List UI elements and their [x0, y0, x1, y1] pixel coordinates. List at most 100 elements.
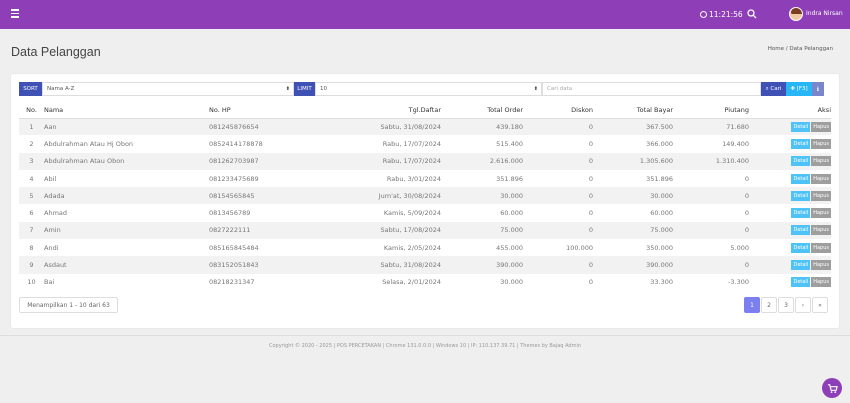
cell-diskon: 0: [523, 256, 593, 274]
table-header-row: No. Nama No. HP Tgl.Daftar Total Order D…: [19, 102, 831, 119]
cell-bayar: 351.896: [646, 174, 673, 183]
detail-button[interactable]: Detail: [791, 121, 811, 132]
cell-piutang: 0: [673, 256, 749, 274]
col-aksi: Aksi: [749, 102, 831, 119]
username[interactable]: Indra Nirsan: [806, 10, 843, 17]
detail-button[interactable]: Detail: [791, 260, 811, 271]
cell-bayar: 367.500: [593, 118, 673, 136]
detail-button[interactable]: Detail: [791, 242, 811, 253]
cell-aksi: Detail Hapus: [749, 274, 831, 291]
cell-aksi: Detail Hapus: [749, 152, 831, 170]
page-button[interactable]: »: [812, 297, 828, 313]
cell-hp: 08218231347: [209, 278, 255, 287]
footer-divider: [0, 335, 850, 336]
clock-icon: [700, 11, 707, 18]
cell-order: 515.400: [496, 139, 523, 148]
cell-nama: Abdulrahman Atau Obon: [44, 152, 209, 170]
sort-select[interactable]: Nama A-Z ⬍: [42, 82, 294, 96]
cell-no: 7: [19, 221, 44, 240]
table-row: 2 Abdulrahman Atau Hj Obon 0852414178878 Ra…: [19, 135, 831, 152]
table-row: 8 Andi 085165845484 Kamis, 2/05/2024 455.000…: [19, 239, 831, 256]
cell-tgl: Rabu, 3/01/2024: [386, 174, 441, 183]
cell-tgl: Rabu, 17/07/2024: [339, 152, 441, 170]
detail-button[interactable]: Detail: [791, 138, 811, 149]
page-button[interactable]: 1: [744, 297, 760, 313]
cell-tgl: Sabtu, 17/08/2024: [339, 221, 441, 240]
cell-nama: Abdulrahman Atau Hj Obon: [44, 139, 134, 148]
avatar[interactable]: [789, 7, 803, 21]
detail-button[interactable]: Detail: [791, 156, 811, 167]
customer-table: No. Nama No. HP Tgl.Daftar Total Order D…: [19, 102, 831, 291]
cell-hp: 081233475689: [209, 174, 259, 183]
cell-tgl: Sabtu, 31/08/2024: [339, 118, 441, 136]
cell-diskon: 0: [523, 221, 593, 240]
cell-order: 60.000: [500, 209, 523, 218]
page-button[interactable]: 3: [778, 297, 794, 313]
detail-button[interactable]: Detail: [791, 190, 811, 201]
pagination-info: Menampilkan 1 - 10 dari 63: [19, 297, 118, 313]
cell-tgl: Kamis, 5/09/2024: [383, 209, 441, 218]
cell-tgl: Rabu, 17/07/2024: [382, 139, 441, 148]
search-icon[interactable]: [747, 9, 757, 19]
hapus-button[interactable]: Hapus: [811, 260, 831, 271]
hapus-button[interactable]: Hapus: [811, 190, 831, 201]
cell-tgl: Kamis, 2/05/2024: [383, 243, 441, 252]
cell-nama: Aan: [44, 118, 209, 136]
detail-button[interactable]: Detail: [791, 208, 811, 219]
cell-hp: 081245876654: [209, 118, 339, 136]
cell-hp: 0813456789: [209, 209, 251, 218]
cell-bayar: 366.000: [646, 139, 673, 148]
page-button[interactable]: ›: [795, 297, 811, 313]
hapus-button[interactable]: Hapus: [811, 138, 831, 149]
cell-no: 5: [19, 187, 44, 205]
cell-aksi: Detail Hapus: [749, 239, 831, 256]
cell-tgl: Jum'at, 30/08/2024: [339, 187, 441, 205]
hapus-button[interactable]: Hapus: [811, 173, 831, 184]
cell-aksi: Detail Hapus: [749, 170, 831, 187]
breadcrumb-home[interactable]: Home: [768, 46, 784, 52]
col-no: No.: [19, 102, 44, 119]
cell-piutang: 1.310.400: [673, 152, 749, 170]
select-caret-icon: ⬍: [285, 86, 290, 92]
cell-tgl: Selasa, 2/01/2024: [382, 278, 441, 287]
detail-button[interactable]: Detail: [791, 225, 811, 236]
col-diskon: Diskon: [523, 102, 593, 119]
detail-button[interactable]: Detail: [791, 277, 811, 288]
search-input[interactable]: Cari data: [542, 82, 761, 96]
limit-value: 10: [320, 86, 327, 92]
cell-piutang: -3.300: [728, 278, 749, 287]
filter-bar: SORT Nama A-Z ⬍ LIMIT 10 ⬍ Cari data ⌕ C…: [19, 82, 831, 96]
cell-aksi: Detail Hapus: [749, 221, 831, 240]
hapus-button[interactable]: Hapus: [811, 225, 831, 236]
f3-button[interactable]: ✚ [F3]: [786, 82, 812, 96]
search-button[interactable]: ⌕ Cari: [761, 82, 786, 96]
table-row: 6 Ahmad 0813456789 Kamis, 5/09/2024 60.000 0 6…: [19, 204, 831, 221]
table-row: 4 Abil 081233475689 Rabu, 3/01/2024 351.896 0…: [19, 170, 831, 187]
col-total-bayar: Total Bayar: [593, 102, 673, 119]
cart-icon: [827, 383, 838, 393]
hapus-button[interactable]: Hapus: [811, 208, 831, 219]
cell-order: 2.616.000: [441, 152, 523, 170]
breadcrumb: Home / Data Pelanggan: [768, 46, 833, 52]
hapus-button[interactable]: Hapus: [811, 242, 831, 253]
cell-bayar: 390.000: [593, 256, 673, 274]
limit-select[interactable]: 10 ⬍: [315, 82, 542, 96]
col-tgl: Tgl.Daftar: [339, 102, 441, 119]
page-button[interactable]: 2: [761, 297, 777, 313]
cell-diskon: 100.000: [566, 243, 593, 252]
sort-value: Nama A-Z: [47, 86, 75, 92]
hapus-button[interactable]: Hapus: [811, 121, 831, 132]
limit-label: LIMIT: [294, 82, 315, 96]
cell-hp: 085165845484: [209, 243, 259, 252]
select-caret-icon: ⬍: [533, 86, 538, 92]
cell-no: 10: [27, 278, 36, 287]
hapus-button[interactable]: Hapus: [811, 156, 831, 167]
menu-icon[interactable]: [11, 9, 19, 18]
cart-button[interactable]: [822, 378, 842, 398]
info-button[interactable]: ℹ: [812, 82, 824, 96]
cell-hp: 0827222111: [209, 221, 339, 240]
cell-nama: Ahmad: [44, 209, 68, 218]
hapus-button[interactable]: Hapus: [811, 277, 831, 288]
detail-button[interactable]: Detail: [791, 173, 811, 184]
cell-bayar: 33.300: [650, 278, 673, 287]
